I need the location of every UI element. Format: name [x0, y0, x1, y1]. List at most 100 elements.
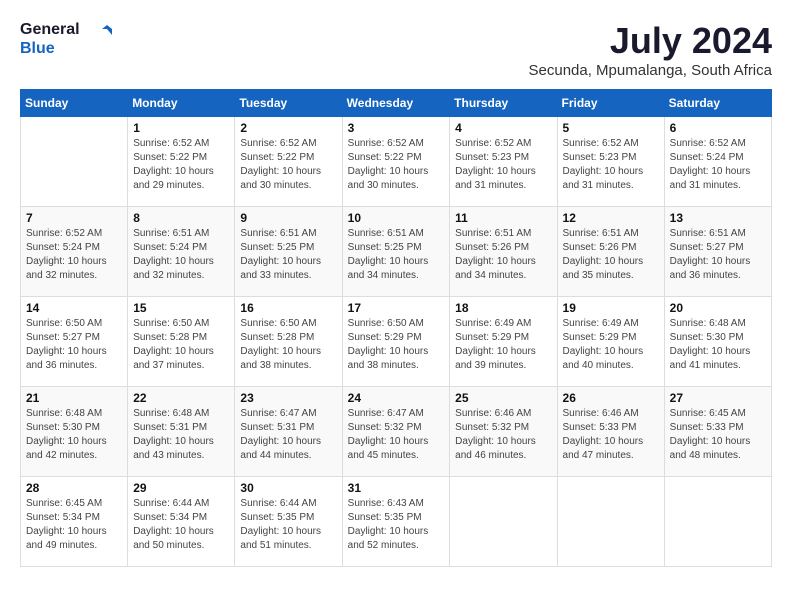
day-info: Sunrise: 6:48 AM Sunset: 5:31 PM Dayligh… — [133, 407, 229, 463]
day-info: Sunrise: 6:46 AM Sunset: 5:32 PM Dayligh… — [455, 407, 551, 463]
day-info: Sunrise: 6:50 AM Sunset: 5:27 PM Dayligh… — [26, 317, 122, 373]
calendar-week-row: 14 Sunrise: 6:50 AM Sunset: 5:27 PM Dayli… — [21, 297, 772, 387]
calendar-cell: 23Sunrise: 6:47 AM Sunset: 5:31 PM Dayli… — [235, 387, 342, 477]
day-number: 12 — [563, 211, 659, 225]
calendar-table: SundayMondayTuesdayWednesdayThursdayFrid… — [20, 89, 772, 567]
day-number: 26 — [563, 391, 659, 405]
day-info: Sunrise: 6:44 AM Sunset: 5:35 PM Dayligh… — [240, 497, 336, 553]
logo-blue: Blue — [20, 39, 80, 58]
calendar-cell: 14 Sunrise: 6:50 AM Sunset: 5:27 PM Dayli… — [21, 297, 128, 387]
day-info: Sunrise: 6:51 AM Sunset: 5:27 PM Dayligh… — [670, 227, 766, 283]
calendar-week-row: 1 Sunrise: 6:52 AM Sunset: 5:22 PM Daylig… — [21, 117, 772, 207]
calendar-cell: 12 Sunrise: 6:51 AM Sunset: 5:26 PM Dayli… — [557, 207, 664, 297]
day-number: 2 — [240, 121, 336, 135]
day-info: Sunrise: 6:45 AM Sunset: 5:34 PM Dayligh… — [26, 497, 122, 553]
day-number: 25 — [455, 391, 551, 405]
day-info: Sunrise: 6:50 AM Sunset: 5:28 PM Dayligh… — [133, 317, 229, 373]
day-number: 3 — [348, 121, 445, 135]
calendar-cell — [664, 477, 771, 567]
title-block: July 2024 Secunda, Mpumalanga, South Afr… — [529, 20, 773, 79]
calendar-cell: 3 Sunrise: 6:52 AM Sunset: 5:22 PM Daylig… — [342, 117, 450, 207]
day-info: Sunrise: 6:52 AM Sunset: 5:23 PM Dayligh… — [455, 137, 551, 193]
calendar-cell: 10Sunrise: 6:51 AM Sunset: 5:25 PM Dayli… — [342, 207, 450, 297]
day-number: 1 — [133, 121, 229, 135]
calendar-cell: 11Sunrise: 6:51 AM Sunset: 5:26 PM Dayli… — [450, 207, 557, 297]
calendar-cell: 6 Sunrise: 6:52 AM Sunset: 5:24 PM Daylig… — [664, 117, 771, 207]
day-info: Sunrise: 6:43 AM Sunset: 5:35 PM Dayligh… — [348, 497, 445, 553]
calendar-cell — [21, 117, 128, 207]
day-info: Sunrise: 6:51 AM Sunset: 5:26 PM Dayligh… — [455, 227, 551, 283]
calendar-week-row: 21 Sunrise: 6:48 AM Sunset: 5:30 PM Dayli… — [21, 387, 772, 477]
day-info: Sunrise: 6:52 AM Sunset: 5:24 PM Dayligh… — [670, 137, 766, 193]
day-info: Sunrise: 6:47 AM Sunset: 5:31 PM Dayligh… — [240, 407, 336, 463]
calendar-cell: 28 Sunrise: 6:45 AM Sunset: 5:34 PM Dayli… — [21, 477, 128, 567]
day-info: Sunrise: 6:48 AM Sunset: 5:30 PM Dayligh… — [26, 407, 122, 463]
calendar-cell: 4 Sunrise: 6:52 AM Sunset: 5:23 PM Daylig… — [450, 117, 557, 207]
day-number: 4 — [455, 121, 551, 135]
calendar-cell — [450, 477, 557, 567]
weekday-header-wednesday: Wednesday — [342, 90, 450, 117]
weekday-header-sunday: Sunday — [21, 90, 128, 117]
day-info: Sunrise: 6:46 AM Sunset: 5:33 PM Dayligh… — [563, 407, 659, 463]
calendar-week-row: 28 Sunrise: 6:45 AM Sunset: 5:34 PM Dayli… — [21, 477, 772, 567]
calendar-cell: 20 Sunrise: 6:48 AM Sunset: 5:30 PM Dayli… — [664, 297, 771, 387]
day-info: Sunrise: 6:52 AM Sunset: 5:22 PM Dayligh… — [240, 137, 336, 193]
calendar-cell: 31 Sunrise: 6:43 AM Sunset: 5:35 PM Dayli… — [342, 477, 450, 567]
day-number: 31 — [348, 481, 445, 495]
calendar-week-row: 7Sunrise: 6:52 AM Sunset: 5:24 PM Daylig… — [21, 207, 772, 297]
day-info: Sunrise: 6:51 AM Sunset: 5:24 PM Dayligh… — [133, 227, 229, 283]
day-number: 29 — [133, 481, 229, 495]
calendar-cell: 7Sunrise: 6:52 AM Sunset: 5:24 PM Daylig… — [21, 207, 128, 297]
day-number: 6 — [670, 121, 766, 135]
day-number: 30 — [240, 481, 336, 495]
calendar-cell: 9 Sunrise: 6:51 AM Sunset: 5:25 PM Daylig… — [235, 207, 342, 297]
weekday-header-friday: Friday — [557, 90, 664, 117]
location-subtitle: Secunda, Mpumalanga, South Africa — [529, 62, 773, 79]
day-info: Sunrise: 6:51 AM Sunset: 5:26 PM Dayligh… — [563, 227, 659, 283]
calendar-cell: 18 Sunrise: 6:49 AM Sunset: 5:29 PM Dayli… — [450, 297, 557, 387]
calendar-cell: 5 Sunrise: 6:52 AM Sunset: 5:23 PM Daylig… — [557, 117, 664, 207]
day-number: 7 — [26, 211, 122, 225]
day-info: Sunrise: 6:51 AM Sunset: 5:25 PM Dayligh… — [348, 227, 445, 283]
calendar-cell: 15 Sunrise: 6:50 AM Sunset: 5:28 PM Dayli… — [128, 297, 235, 387]
day-number: 22 — [133, 391, 229, 405]
page-header: General Blue July 2024 Secunda, Mpumalan… — [20, 20, 772, 79]
day-info: Sunrise: 6:50 AM Sunset: 5:28 PM Dayligh… — [240, 317, 336, 373]
day-number: 24 — [348, 391, 445, 405]
logo-bird-icon — [84, 25, 112, 53]
calendar-cell: 24 Sunrise: 6:47 AM Sunset: 5:32 PM Dayli… — [342, 387, 450, 477]
calendar-cell: 8 Sunrise: 6:51 AM Sunset: 5:24 PM Daylig… — [128, 207, 235, 297]
day-number: 18 — [455, 301, 551, 315]
day-info: Sunrise: 6:52 AM Sunset: 5:23 PM Dayligh… — [563, 137, 659, 193]
day-number: 20 — [670, 301, 766, 315]
day-info: Sunrise: 6:48 AM Sunset: 5:30 PM Dayligh… — [670, 317, 766, 373]
day-number: 9 — [240, 211, 336, 225]
calendar-cell: 1Sunrise: 6:52 AM Sunset: 5:22 PM Daylig… — [128, 117, 235, 207]
day-info: Sunrise: 6:47 AM Sunset: 5:32 PM Dayligh… — [348, 407, 445, 463]
month-title: July 2024 — [529, 20, 773, 62]
day-number: 28 — [26, 481, 122, 495]
day-number: 21 — [26, 391, 122, 405]
calendar-cell: 17Sunrise: 6:50 AM Sunset: 5:29 PM Dayli… — [342, 297, 450, 387]
day-number: 19 — [563, 301, 659, 315]
day-info: Sunrise: 6:49 AM Sunset: 5:29 PM Dayligh… — [455, 317, 551, 373]
calendar-cell: 27Sunrise: 6:45 AM Sunset: 5:33 PM Dayli… — [664, 387, 771, 477]
day-info: Sunrise: 6:49 AM Sunset: 5:29 PM Dayligh… — [563, 317, 659, 373]
day-number: 8 — [133, 211, 229, 225]
calendar-cell: 16Sunrise: 6:50 AM Sunset: 5:28 PM Dayli… — [235, 297, 342, 387]
day-number: 27 — [670, 391, 766, 405]
day-number: 14 — [26, 301, 122, 315]
calendar-cell — [557, 477, 664, 567]
calendar-cell: 19 Sunrise: 6:49 AM Sunset: 5:29 PM Dayli… — [557, 297, 664, 387]
day-number: 5 — [563, 121, 659, 135]
calendar-cell: 30 Sunrise: 6:44 AM Sunset: 5:35 PM Dayli… — [235, 477, 342, 567]
calendar-cell: 25 Sunrise: 6:46 AM Sunset: 5:32 PM Dayli… — [450, 387, 557, 477]
calendar-cell: 2 Sunrise: 6:52 AM Sunset: 5:22 PM Daylig… — [235, 117, 342, 207]
day-number: 15 — [133, 301, 229, 315]
day-info: Sunrise: 6:51 AM Sunset: 5:25 PM Dayligh… — [240, 227, 336, 283]
weekday-header-thursday: Thursday — [450, 90, 557, 117]
logo-general: General — [20, 20, 80, 39]
day-info: Sunrise: 6:52 AM Sunset: 5:22 PM Dayligh… — [348, 137, 445, 193]
calendar-cell: 13Sunrise: 6:51 AM Sunset: 5:27 PM Dayli… — [664, 207, 771, 297]
weekday-header-tuesday: Tuesday — [235, 90, 342, 117]
